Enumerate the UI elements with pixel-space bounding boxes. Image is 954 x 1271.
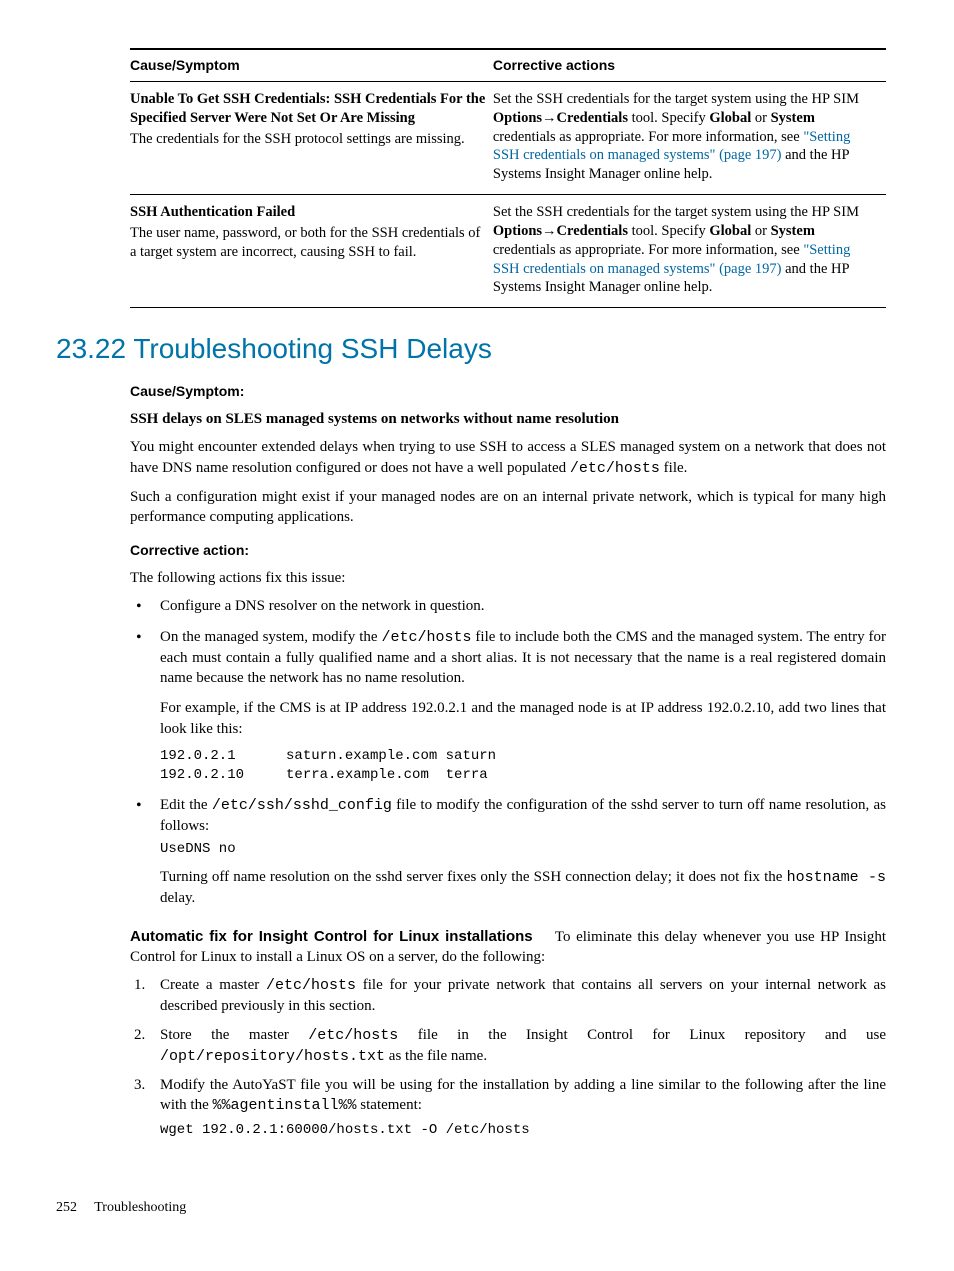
wget-example: wget 192.0.2.1:60000/hosts.txt -O /etc/h… — [160, 1121, 886, 1140]
col-cause: Cause/Symptom — [130, 49, 493, 81]
autofix-title: Automatic fix for Insight Control for Li… — [130, 928, 533, 945]
troubleshooting-table: Cause/Symptom Corrective actions Unable … — [130, 48, 886, 308]
hosts-example: 192.0.2.1 saturn.example.com saturn 192.… — [160, 747, 886, 785]
table-row: Unable To Get SSH Credentials: SSH Crede… — [130, 81, 886, 194]
table-row: SSH Authentication Failed The user name,… — [130, 195, 886, 308]
fix-list: Configure a DNS resolver on the network … — [130, 596, 886, 908]
row2-action: Set the SSH credentials for the target s… — [493, 195, 886, 308]
row1-action: Set the SSH credentials for the target s… — [493, 81, 886, 194]
example-lead: For example, if the CMS is at IP address… — [160, 698, 886, 739]
col-action: Corrective actions — [493, 49, 886, 81]
corrective-label: Corrective action: — [130, 541, 886, 560]
autofix-steps: Create a master /etc/hosts file for your… — [130, 975, 886, 1139]
list-item: Configure a DNS resolver on the network … — [130, 596, 886, 616]
section-heading: 23.22 Troubleshooting SSH Delays — [56, 330, 886, 368]
row1-title: Unable To Get SSH Credentials: SSH Crede… — [130, 90, 487, 128]
row2-title: SSH Authentication Failed — [130, 203, 487, 222]
usedns-example: UseDNS no — [160, 840, 886, 859]
footer-title: Troubleshooting — [94, 1200, 186, 1215]
symptom-title: SSH delays on SLES managed systems on ne… — [130, 409, 886, 429]
row2-desc: The user name, password, or both for the… — [130, 225, 480, 260]
para-dns-intro: You might encounter extended delays when… — [130, 437, 886, 479]
list-item: Create a master /etc/hosts file for your… — [130, 975, 886, 1017]
list-item: Edit the /etc/ssh/sshd_config file to mo… — [130, 795, 886, 909]
fix-intro: The following actions fix this issue: — [130, 568, 886, 588]
autofix-para: Automatic fix for Insight Control for Li… — [130, 927, 886, 968]
list-item: Store the master /etc/hosts file in the … — [130, 1025, 886, 1068]
troubleshooting-table-wrap: Cause/Symptom Corrective actions Unable … — [130, 48, 886, 308]
cause-label: Cause/Symptom: — [130, 382, 886, 401]
usedns-note: Turning off name resolution on the sshd … — [160, 867, 886, 909]
page-footer: 252 Troubleshooting — [56, 1199, 886, 1218]
list-item: Modify the AutoYaST file you will be usi… — [130, 1075, 886, 1139]
page-number: 252 — [56, 1200, 77, 1215]
row1-desc: The credentials for the SSH protocol set… — [130, 131, 465, 147]
para-private-net: Such a configuration might exist if your… — [130, 487, 886, 528]
list-item: On the managed system, modify the /etc/h… — [130, 627, 886, 785]
